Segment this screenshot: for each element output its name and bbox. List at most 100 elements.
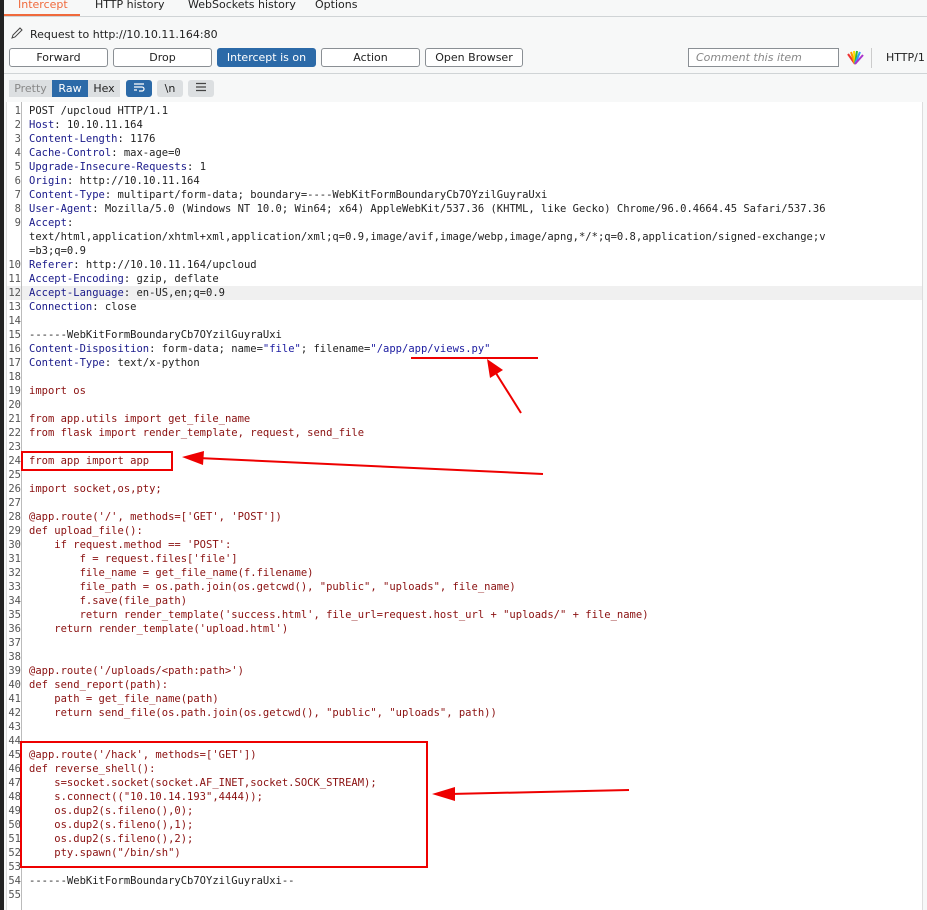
editor-line[interactable]: 32 file_name = get_file_name(f.filename) <box>7 566 922 580</box>
line-content: Upgrade-Insecure-Requests: 1 <box>29 160 206 174</box>
editor-line[interactable]: text/html,application/xhtml+xml,applicat… <box>7 230 922 244</box>
line-number: 11 <box>8 273 21 285</box>
header-name: Upgrade-Insecure-Requests <box>29 161 188 173</box>
line-number: 5 <box>14 161 21 173</box>
editor-line[interactable]: 1 POST /upcloud HTTP/1.1 <box>7 104 922 118</box>
header-value: : 1176 <box>117 133 156 145</box>
editor-line[interactable]: 26 import socket,os,pty; <box>7 482 922 496</box>
wrap-icon <box>133 82 145 95</box>
editor-line[interactable]: 11 Accept-Encoding: gzip, deflate <box>7 272 922 286</box>
line-number: 47 <box>8 777 21 789</box>
view-raw-button[interactable]: Raw <box>52 80 88 97</box>
editor-line[interactable]: =b3;q=0.9 <box>7 244 922 258</box>
header-name: User-Agent <box>29 203 93 215</box>
python-code: return render_template('upload.html') <box>29 623 289 635</box>
line-content: Accept-Encoding: gzip, deflate <box>29 272 219 286</box>
editor-line[interactable]: 20 <box>7 398 922 412</box>
editor-line[interactable]: 40 def send_report(path): <box>7 678 922 692</box>
line-content: from app.utils import get_file_name <box>29 412 250 426</box>
editor-line[interactable]: 43 <box>7 720 922 734</box>
header-name: Accept <box>29 217 67 229</box>
editor-line[interactable]: 10 Referer: http://10.10.11.164/upcloud <box>7 258 922 272</box>
view-hex-button[interactable]: Hex <box>88 80 120 97</box>
editor-line[interactable]: 28 @app.route('/', methods=['GET', 'POST'… <box>7 510 922 524</box>
editor-line[interactable]: 29 def upload_file(): <box>7 524 922 538</box>
python-code: from app.utils import get_file_name <box>29 413 251 425</box>
editor-line[interactable]: 21 from app.utils import get_file_name <box>7 412 922 426</box>
editor-line[interactable]: 9 Accept: <box>7 216 922 230</box>
editor-line[interactable]: 5 Upgrade-Insecure-Requests: 1 <box>7 160 922 174</box>
line-content: Host: 10.10.11.164 <box>29 118 143 132</box>
editor-line[interactable]: 39 @app.route('/uploads/<path:path>') <box>7 664 922 678</box>
editor-line[interactable]: 31 f = request.files['file'] <box>7 552 922 566</box>
line-content: Connection: close <box>29 300 136 314</box>
line-content: Cache-Control: max-age=0 <box>29 146 181 160</box>
word-wrap-toggle[interactable] <box>126 80 152 97</box>
line-number: 46 <box>8 763 21 775</box>
open-browser-button[interactable]: Open Browser <box>425 48 523 67</box>
editor-line[interactable]: 7 Content-Type: multipart/form-data; boun… <box>7 188 922 202</box>
line-number: 3 <box>14 133 21 145</box>
editor-line[interactable]: 12 Accept-Language: en-US,en;q=0.9 <box>7 286 922 300</box>
comment-input[interactable]: Comment this item <box>688 48 839 67</box>
editor-line[interactable]: 33 file_path = os.path.join(os.getcwd(),… <box>7 580 922 594</box>
intercept-toggle-button[interactable]: Intercept is on <box>217 48 316 67</box>
line-number: 12 <box>8 287 21 299</box>
header-value: : 1 <box>187 161 207 173</box>
editor-line[interactable]: 8 User-Agent: Mozilla/5.0 (Windows NT 10.… <box>7 202 922 216</box>
editor-line[interactable]: 42 return send_file(os.path.join(os.getc… <box>7 706 922 720</box>
editor-line[interactable]: 38 <box>7 650 922 664</box>
line-content: file_name = get_file_name(f.filename) <box>29 566 314 580</box>
action-button[interactable]: Action <box>321 48 420 67</box>
editor-line[interactable]: 19 import os <box>7 384 922 398</box>
forward-button[interactable]: Forward <box>9 48 108 67</box>
view-pretty-button[interactable]: Pretty <box>9 80 52 97</box>
editor-line[interactable]: 2 Host: 10.10.11.164 <box>7 118 922 132</box>
python-code: @app.route('/uploads/<path:path>') <box>29 665 244 677</box>
highlight-color-icon[interactable] <box>846 50 864 70</box>
line-number: 10 <box>8 259 21 271</box>
show-newlines-toggle[interactable]: \n <box>157 80 183 97</box>
line-content: from flask import render_template, reque… <box>29 426 364 440</box>
tab-http-history[interactable]: HTTP history <box>95 0 164 11</box>
drop-button[interactable]: Drop <box>113 48 212 67</box>
editor-line[interactable]: 16 Content-Disposition: form-data; name="… <box>7 342 922 356</box>
editor-line[interactable]: 22 from flask import render_template, req… <box>7 426 922 440</box>
pencil-icon <box>10 26 24 43</box>
request-target-line: Request to http://10.10.11.164:80 <box>10 26 218 43</box>
tab-websockets-history[interactable]: WebSockets history <box>188 0 296 11</box>
tab-options[interactable]: Options <box>315 0 357 11</box>
tab-intercept[interactable]: Intercept <box>18 0 68 11</box>
editor-line[interactable]: 30 if request.method == 'POST': <box>7 538 922 552</box>
editor-line[interactable]: 18 <box>7 370 922 384</box>
text: POST /upcloud HTTP/1.1 <box>29 105 169 117</box>
text: ------WebKitFormBoundaryCb7OYzilGuyraUxi… <box>29 875 295 887</box>
editor-line[interactable]: 15 ------WebKitFormBoundaryCb7OYzilGuyraU… <box>7 328 922 342</box>
editor-line[interactable]: 3 Content-Length: 1176 <box>7 132 922 146</box>
editor-line[interactable]: 6 Origin: http://10.10.11.164 <box>7 174 922 188</box>
editor-line[interactable]: 41 path = get_file_name(path) <box>7 692 922 706</box>
line-number: 26 <box>8 483 21 495</box>
tab-bar: Intercept HTTP history WebSockets histor… <box>4 0 927 17</box>
line-number: 20 <box>8 399 21 411</box>
header-name: Content-Length <box>29 133 118 145</box>
line-number: 7 <box>14 189 21 201</box>
header-name: Connection <box>29 301 93 313</box>
editor-line[interactable]: 14 <box>7 314 922 328</box>
editor-line[interactable]: 35 return render_template('success.html'… <box>7 608 922 622</box>
editor-line[interactable]: 36 return render_template('upload.html') <box>7 622 922 636</box>
header-name: Referer <box>29 259 74 271</box>
line-content: @app.route('/uploads/<path:path>') <box>29 664 244 678</box>
editor-line[interactable]: 54 ------WebKitFormBoundaryCb7OYzilGuyraU… <box>7 874 922 888</box>
line-content: User-Agent: Mozilla/5.0 (Windows NT 10.0… <box>29 202 826 216</box>
editor-line[interactable]: 13 Connection: close <box>7 300 922 314</box>
editor-line[interactable]: 27 <box>7 496 922 510</box>
editor-line[interactable]: 55 <box>7 888 922 902</box>
editor-line[interactable]: 34 f.save(file_path) <box>7 594 922 608</box>
editor-line[interactable]: 4 Cache-Control: max-age=0 <box>7 146 922 160</box>
line-number: 41 <box>8 693 21 705</box>
protocol-label[interactable]: HTTP/1 <box>886 51 925 64</box>
line-content: Referer: http://10.10.11.164/upcloud <box>29 258 257 272</box>
editor-line[interactable]: 37 <box>7 636 922 650</box>
menu-button[interactable] <box>188 80 214 97</box>
